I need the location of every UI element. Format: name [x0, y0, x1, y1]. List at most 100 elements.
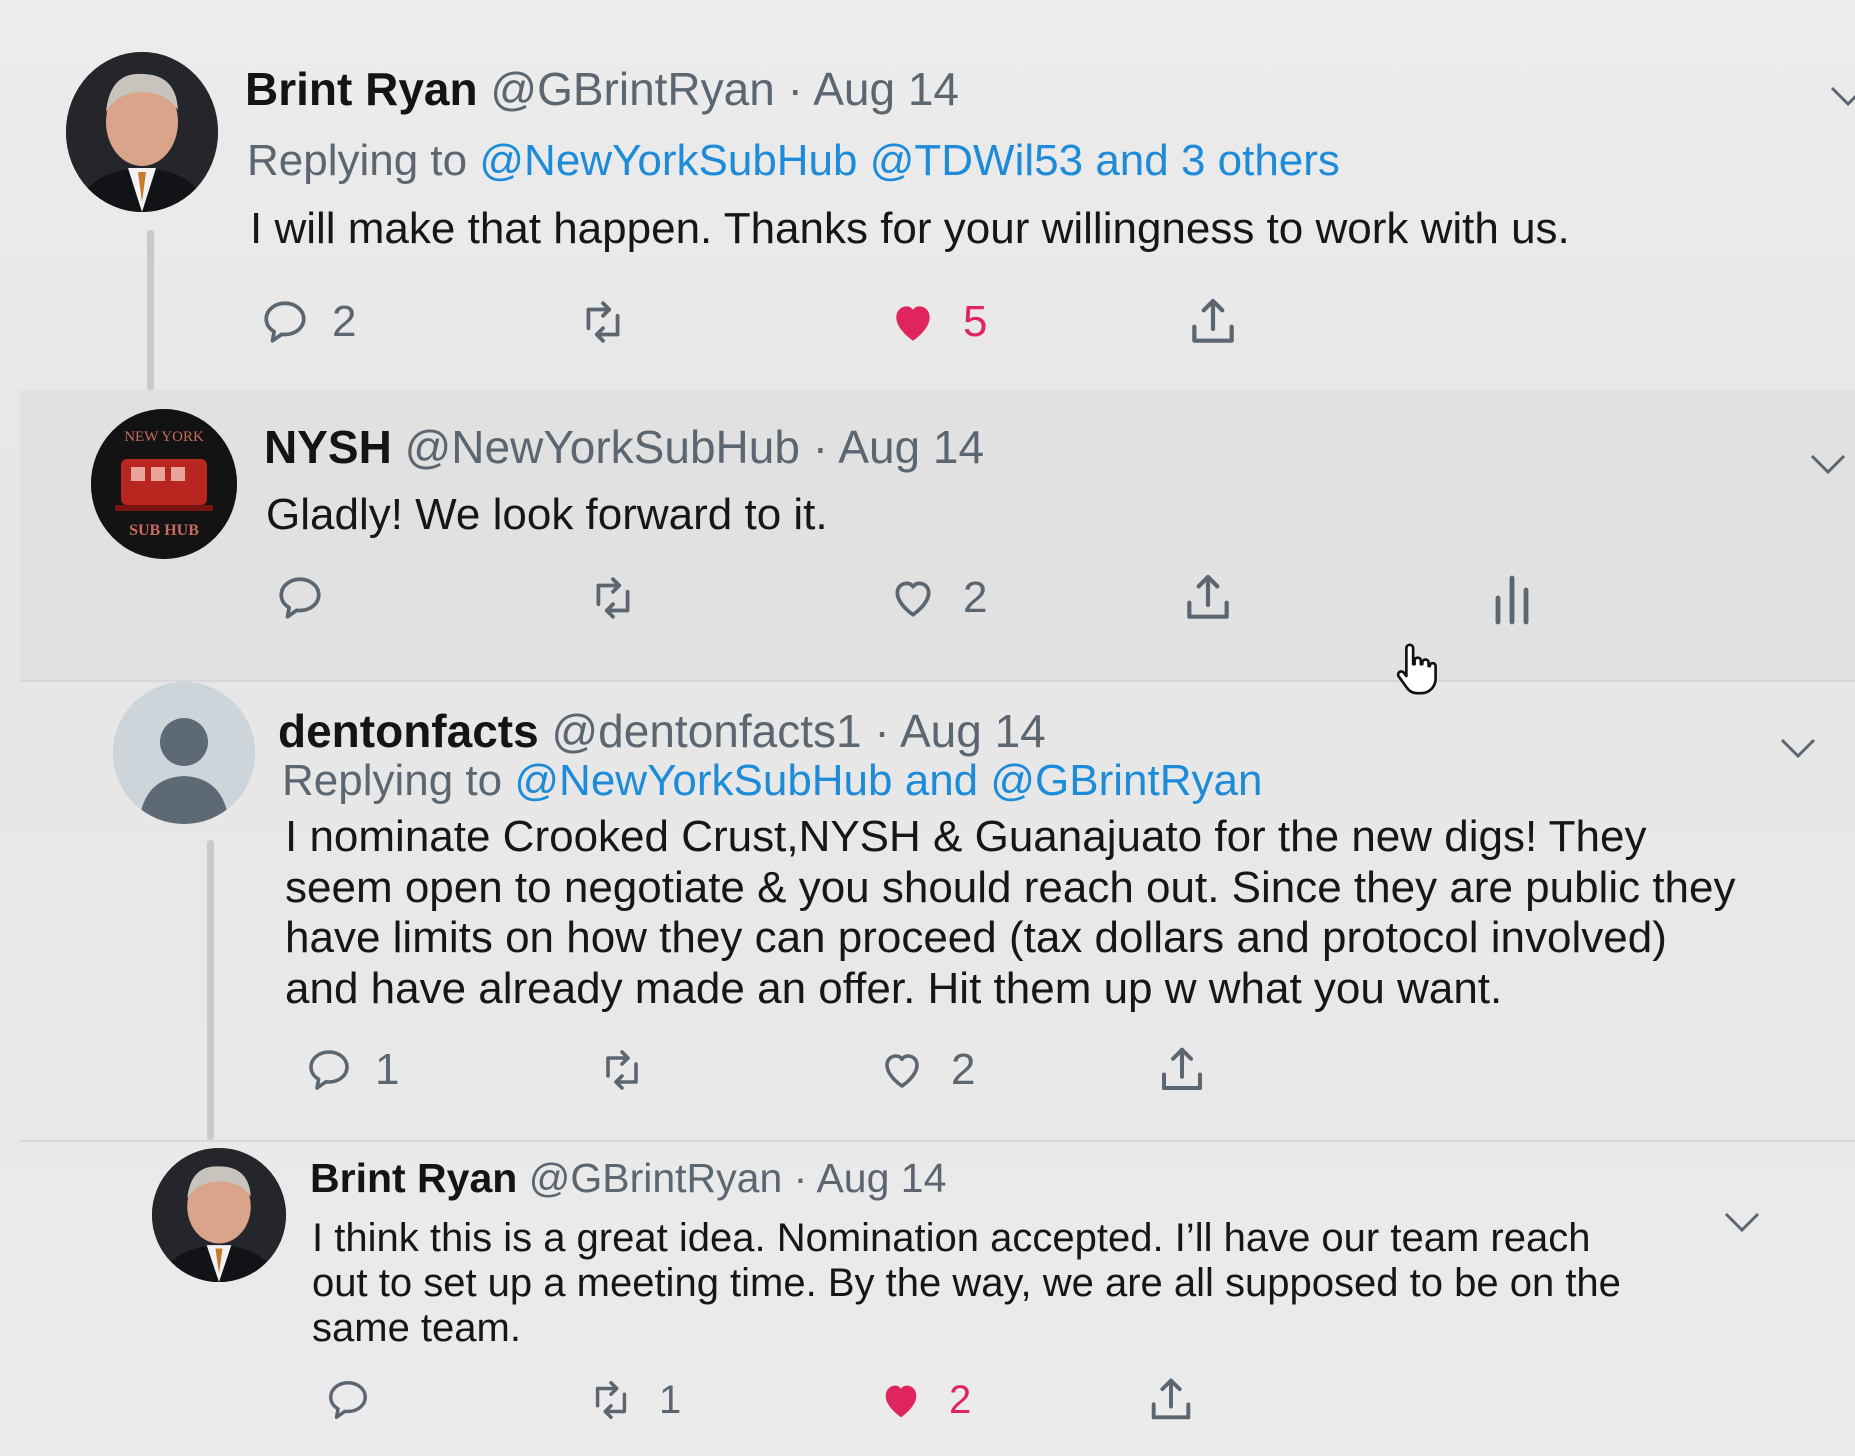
reply-icon: [279, 577, 321, 619]
avatar-default-user[interactable]: [113, 682, 255, 824]
tweet-3[interactable]: dentonfacts @dentonfacts1 · Aug 14 Reply…: [20, 680, 1855, 1142]
analytics-icon: [1495, 575, 1529, 625]
display-name[interactable]: Brint Ryan: [245, 63, 478, 115]
separator-dot: ·: [874, 705, 890, 757]
chevron-down-icon[interactable]: [1722, 1208, 1762, 1236]
user-handle[interactable]: @GBrintRyan: [529, 1155, 783, 1201]
replying-to-label: Replying to: [247, 136, 468, 185]
retweet-button[interactable]: [575, 292, 631, 352]
tweet-actions: 2 5: [260, 292, 1260, 352]
tweet-text-line: and have already made an offer. Hit them…: [285, 963, 1503, 1013]
chevron-down-icon[interactable]: [1778, 734, 1818, 762]
tweet-text-line: out to set up a meeting time. By the way…: [312, 1260, 1621, 1305]
thread-line: [147, 230, 154, 390]
tweet-date[interactable]: Aug 14: [816, 1155, 946, 1201]
reply-icon: [309, 1050, 349, 1090]
tweet-1[interactable]: Brint Ryan @GBrintRyan · Aug 14 Replying…: [20, 0, 1855, 392]
share-icon: [1161, 1047, 1203, 1091]
like-button[interactable]: 2: [875, 1370, 971, 1430]
avatar-brint-ryan[interactable]: [66, 52, 218, 212]
mention-link[interactable]: @TDWil53: [870, 136, 1083, 185]
tweet-header: NYSH @NewYorkSubHub · Aug 14: [264, 424, 984, 470]
retweet-button[interactable]: 1: [585, 1370, 681, 1430]
retweet-icon: [595, 1381, 627, 1419]
like-count: 2: [963, 573, 988, 622]
user-handle[interactable]: @GBrintRyan: [490, 63, 774, 115]
retweet-button[interactable]: [595, 1040, 649, 1100]
reply-count: 2: [332, 297, 357, 346]
thread-line: [207, 840, 214, 1140]
share-button[interactable]: [1185, 292, 1241, 352]
share-icon: [1192, 298, 1234, 343]
separator-dot: ·: [812, 421, 829, 473]
replying-to-label: Replying to: [282, 756, 503, 805]
tweet-text: I will make that happen. Thanks for your…: [250, 204, 1570, 253]
retweet-icon: [586, 301, 620, 343]
heart-icon: [895, 581, 931, 617]
tweet-actions: 1 2: [325, 1370, 1325, 1430]
user-handle[interactable]: @NewYorkSubHub: [405, 421, 800, 473]
display-name[interactable]: NYSH: [264, 421, 392, 473]
tweet-header: Brint Ryan @GBrintRyan · Aug 14: [310, 1158, 946, 1199]
share-button[interactable]: [1180, 568, 1236, 628]
tweet-text: I think this is a great idea. Nomination…: [312, 1216, 1832, 1350]
display-name[interactable]: dentonfacts: [278, 705, 539, 757]
separator-dot: ·: [787, 63, 803, 115]
tweet-2[interactable]: NEW YORK SUB HUB NYSH @NewYorkSubHub · A…: [20, 390, 1855, 682]
avatar-brint-ryan[interactable]: [152, 1148, 286, 1282]
retweet-icon: [596, 577, 630, 619]
avatar-text-bottom: SUB HUB: [129, 522, 199, 539]
reply-button[interactable]: 1: [305, 1040, 399, 1100]
like-count: 5: [963, 297, 988, 346]
share-button[interactable]: [1155, 1040, 1209, 1100]
tweet-date[interactable]: Aug 14: [838, 421, 984, 473]
reply-icon: [264, 301, 306, 343]
user-handle[interactable]: @dentonfacts1: [551, 705, 861, 757]
retweet-count: 1: [659, 1377, 682, 1422]
tweet-text-line: I nominate Crooked Crust,NYSH & Guanajua…: [285, 812, 1647, 861]
mention-link[interactable]: @NewYorkSubHub: [479, 136, 857, 185]
tweet-header: dentonfacts @dentonfacts1 · Aug 14: [278, 708, 1046, 754]
tweet-actions: 1 2: [305, 1040, 1305, 1100]
and-link-text[interactable]: and: [905, 756, 978, 805]
like-count: 2: [949, 1377, 972, 1422]
tweet-text-line: same team.: [312, 1305, 521, 1350]
share-icon: [1187, 574, 1229, 619]
reply-button[interactable]: [325, 1370, 371, 1430]
tweet-header: Brint Ryan @GBrintRyan · Aug 14: [245, 66, 959, 112]
tweet-text-line: I think this is a great idea. Nomination…: [312, 1216, 1591, 1260]
like-count: 2: [951, 1045, 976, 1094]
heart-icon: [885, 1054, 919, 1088]
share-icon: [1151, 1378, 1191, 1420]
tweet-text: Gladly! We look forward to it.: [266, 490, 828, 539]
retweet-button[interactable]: [585, 568, 641, 628]
tweet-actions: 2: [275, 568, 1575, 628]
hand-pointer-cursor-icon: [1396, 643, 1437, 695]
chevron-down-icon[interactable]: [1828, 82, 1855, 110]
share-button[interactable]: [1145, 1370, 1197, 1430]
avatar-text-top: NEW YORK: [124, 429, 204, 445]
replying-to: Replying to @NewYorkSubHub and @GBrintRy…: [282, 756, 1262, 806]
reply-button[interactable]: 2: [260, 292, 356, 352]
like-button[interactable]: 2: [875, 1040, 975, 1100]
separator-dot: ·: [793, 1155, 808, 1201]
mention-link[interactable]: @GBrintRyan: [990, 756, 1262, 805]
mention-link[interactable]: @NewYorkSubHub: [514, 756, 892, 805]
like-button[interactable]: 2: [885, 568, 987, 628]
tweet-text: I nominate Crooked Crust,NYSH & Guanajua…: [285, 812, 1845, 1014]
chevron-down-icon[interactable]: [1808, 450, 1848, 478]
reply-count: 1: [375, 1045, 400, 1094]
tweet-text-line: have limits on how they can proceed (tax…: [285, 913, 1667, 963]
tweet-date[interactable]: Aug 14: [813, 63, 959, 115]
others-link[interactable]: and 3 others: [1095, 136, 1340, 185]
avatar-nysh[interactable]: NEW YORK SUB HUB: [91, 409, 237, 559]
analytics-button[interactable]: [1490, 568, 1534, 628]
reply-button[interactable]: [275, 568, 325, 628]
heart-filled-icon: [896, 306, 930, 341]
replying-to: Replying to @NewYorkSubHub @TDWil53 and …: [247, 136, 1340, 186]
like-button[interactable]: 5: [885, 292, 987, 352]
tweet-text-line: seem open to negotiate & you should reac…: [285, 862, 1736, 912]
tweet-date[interactable]: Aug 14: [900, 705, 1046, 757]
tweet-4[interactable]: Brint Ryan @GBrintRyan · Aug 14 I think …: [20, 1140, 1855, 1456]
display-name[interactable]: Brint Ryan: [310, 1155, 517, 1201]
